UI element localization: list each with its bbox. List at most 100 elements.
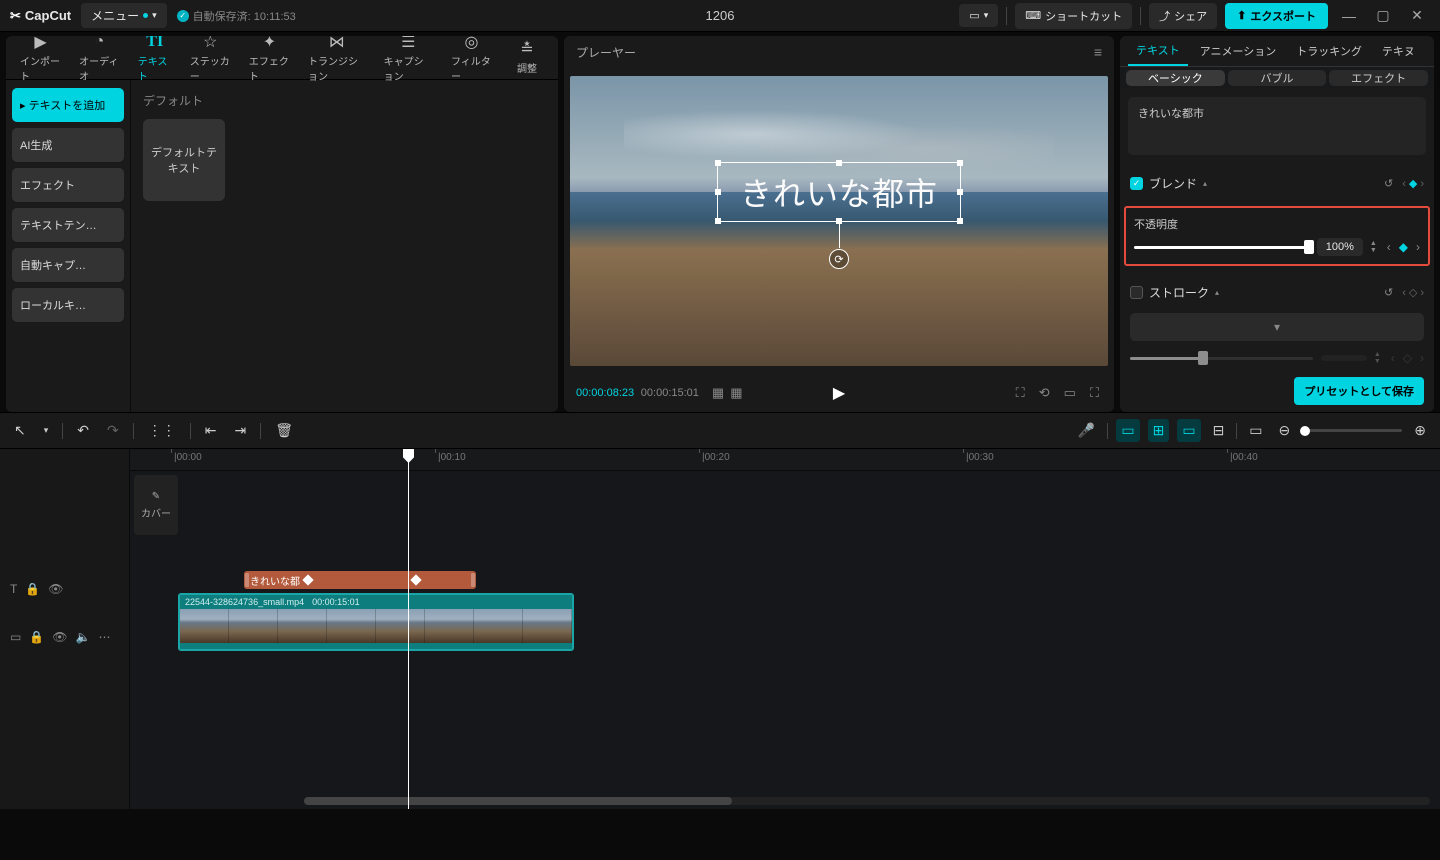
prop-tab-animation[interactable]: アニメーション bbox=[1192, 37, 1285, 65]
stroke-color-dropdown[interactable]: ▾ bbox=[1130, 313, 1424, 341]
prev-kf-icon[interactable]: ‹ bbox=[1387, 240, 1391, 254]
horizontal-scrollbar[interactable] bbox=[304, 797, 1430, 805]
mic-icon[interactable]: 🎤 bbox=[1074, 419, 1099, 442]
sidebar-add-text[interactable]: テキストを追加 bbox=[12, 88, 124, 122]
export-button[interactable]: ⬆エクスポート bbox=[1225, 3, 1328, 29]
grid-icon-2[interactable]: ▦ bbox=[727, 383, 745, 403]
rotate-handle[interactable]: ⟳ bbox=[829, 249, 849, 269]
zoom-slider[interactable] bbox=[1302, 429, 1402, 432]
opacity-value[interactable]: 100% bbox=[1317, 238, 1363, 256]
pointer-tool[interactable]: ↖ bbox=[10, 419, 30, 442]
preview-menu-icon[interactable]: ≡ bbox=[1094, 44, 1102, 60]
sidebar-ai-gen[interactable]: AI生成 bbox=[12, 128, 124, 162]
resize-handle[interactable] bbox=[715, 218, 721, 224]
slider-thumb[interactable] bbox=[1304, 240, 1314, 254]
tab-audio[interactable]: ◔オーディオ bbox=[71, 36, 128, 85]
pointer-dropdown[interactable]: ▾ bbox=[40, 422, 53, 439]
mute-icon[interactable]: 🔈 bbox=[76, 630, 91, 644]
prop-tab-more[interactable]: テキヌ bbox=[1374, 37, 1423, 65]
next-kf-icon[interactable]: › bbox=[1416, 240, 1420, 254]
tab-adjust[interactable]: ≛調整 bbox=[502, 38, 552, 77]
prop-tab-tracking[interactable]: トラッキング bbox=[1288, 37, 1370, 65]
reset-icon[interactable]: ↺ bbox=[1384, 286, 1393, 299]
preview-toggle[interactable]: ▭ bbox=[1245, 419, 1266, 442]
keyframe-marker[interactable] bbox=[410, 574, 421, 585]
resize-handle[interactable] bbox=[957, 189, 963, 195]
trim-left-tool[interactable]: ⇤ bbox=[201, 419, 221, 442]
close-button[interactable]: ✕ bbox=[1404, 3, 1430, 29]
tab-filter[interactable]: ◎フィルター bbox=[443, 36, 500, 85]
video-clip[interactable]: 22544-328624736_small.mp4 00:00:15:01 bbox=[178, 593, 574, 651]
undo-button[interactable]: ↶ bbox=[73, 419, 93, 442]
sidebar-effect[interactable]: エフェクト bbox=[12, 168, 124, 202]
tab-text[interactable]: TIテキスト bbox=[130, 36, 180, 85]
menu-button[interactable]: メニュー▾ bbox=[81, 3, 167, 28]
keyframe-marker[interactable] bbox=[302, 574, 313, 585]
sidebar-template[interactable]: テキストテン… bbox=[12, 208, 124, 242]
tab-effect[interactable]: ✦エフェクト bbox=[241, 36, 298, 85]
align-tool[interactable]: ⊟ bbox=[1209, 419, 1229, 442]
redo-button[interactable]: ↷ bbox=[103, 419, 123, 442]
keyframe-diamond-icon[interactable]: ◆ bbox=[1399, 240, 1408, 254]
subtab-effect[interactable]: エフェクト bbox=[1329, 70, 1428, 86]
resize-handle[interactable] bbox=[715, 160, 721, 166]
aspect-ratio-button[interactable]: ▭▾ bbox=[959, 4, 998, 27]
blend-header[interactable]: ✓ ブレンド ▴ ↺ ‹ ◆ › bbox=[1130, 169, 1424, 198]
lock-icon[interactable]: 🔒 bbox=[29, 630, 44, 644]
maximize-button[interactable]: ▢ bbox=[1370, 3, 1396, 29]
play-button[interactable]: ▶ bbox=[833, 383, 845, 403]
minimize-button[interactable]: — bbox=[1336, 3, 1362, 29]
grid-icon-1[interactable]: ▦ bbox=[709, 383, 727, 403]
subtab-bubble[interactable]: バブル bbox=[1228, 70, 1327, 86]
opacity-stepper[interactable]: ▲▼ bbox=[1368, 240, 1379, 254]
cover-button[interactable]: ✎ カバー bbox=[134, 475, 178, 535]
text-clip[interactable]: きれいな都 bbox=[244, 571, 476, 589]
ratio-icon[interactable]: ▭ bbox=[1061, 383, 1079, 403]
eye-icon[interactable]: 👁 bbox=[52, 630, 67, 644]
stroke-checkbox[interactable] bbox=[1130, 286, 1143, 299]
shortcuts-button[interactable]: ⌨ショートカット bbox=[1015, 3, 1132, 29]
playhead[interactable] bbox=[408, 449, 409, 809]
keyframe-diamond-icon[interactable]: ◆ bbox=[1409, 177, 1417, 190]
stroke-header[interactable]: ストローク ▴ ↺ ‹ ◇ › bbox=[1130, 278, 1424, 307]
snap-tool-1[interactable]: ▭ bbox=[1116, 419, 1139, 442]
zoom-out[interactable]: ⊖ bbox=[1275, 419, 1295, 442]
text-overlay-selection[interactable]: きれいな都市 ⟳ bbox=[717, 162, 961, 222]
sidebar-local[interactable]: ローカルキ… bbox=[12, 288, 124, 322]
next-keyframe-icon[interactable]: › bbox=[1420, 178, 1424, 190]
resize-handle[interactable] bbox=[957, 218, 963, 224]
tab-import[interactable]: ▶インポート bbox=[12, 36, 69, 85]
sidebar-auto-caption[interactable]: 自動キャプ… bbox=[12, 248, 124, 282]
subtab-basic[interactable]: ベーシック bbox=[1126, 70, 1225, 86]
split-tool[interactable]: ⋮⋮ bbox=[144, 419, 180, 442]
prev-keyframe-icon[interactable]: ‹ bbox=[1402, 287, 1406, 299]
scrollbar-thumb[interactable] bbox=[304, 797, 732, 805]
reset-icon[interactable]: ↺ bbox=[1384, 177, 1393, 190]
opacity-slider[interactable] bbox=[1134, 246, 1309, 249]
tab-caption[interactable]: ☰キャプション bbox=[376, 36, 441, 85]
default-text-preset[interactable]: デフォルトテキスト bbox=[143, 119, 225, 201]
stroke-slider[interactable] bbox=[1130, 357, 1313, 360]
video-preview[interactable]: きれいな都市 ⟳ bbox=[570, 76, 1108, 366]
resize-handle[interactable] bbox=[957, 160, 963, 166]
resize-handle[interactable] bbox=[836, 160, 842, 166]
timeline-tracks[interactable]: |00:00 |00:10 |00:20 |00:30 |00:40 ✎ カバー… bbox=[130, 449, 1440, 809]
prev-keyframe-icon[interactable]: ‹ bbox=[1402, 178, 1406, 190]
lock-icon[interactable]: 🔒 bbox=[25, 582, 40, 596]
keyframe-diamond-icon[interactable]: ◇ bbox=[1409, 286, 1417, 299]
resize-handle[interactable] bbox=[715, 189, 721, 195]
fullscreen-icon[interactable]: ⛶ bbox=[1087, 383, 1102, 403]
zoom-in[interactable]: ⊕ bbox=[1410, 419, 1430, 442]
more-icon[interactable]: ⋯ bbox=[98, 630, 110, 644]
prop-tab-text[interactable]: テキスト bbox=[1128, 36, 1188, 66]
snap-tool-2[interactable]: ⊞ bbox=[1148, 419, 1170, 442]
text-content-input[interactable]: きれいな都市 bbox=[1128, 97, 1426, 155]
tab-transition[interactable]: ⋈トランジション bbox=[300, 36, 374, 85]
share-button[interactable]: ⤴シェア bbox=[1149, 3, 1217, 29]
save-preset-button[interactable]: プリセットとして保存 bbox=[1294, 377, 1424, 405]
trim-right-tool[interactable]: ⇥ bbox=[230, 419, 250, 442]
next-keyframe-icon[interactable]: › bbox=[1420, 287, 1424, 299]
tab-sticker[interactable]: ☆ステッカー bbox=[182, 36, 239, 85]
scale-icon[interactable]: ⟲ bbox=[1036, 383, 1053, 403]
delete-tool[interactable]: 🗑 bbox=[271, 419, 297, 442]
